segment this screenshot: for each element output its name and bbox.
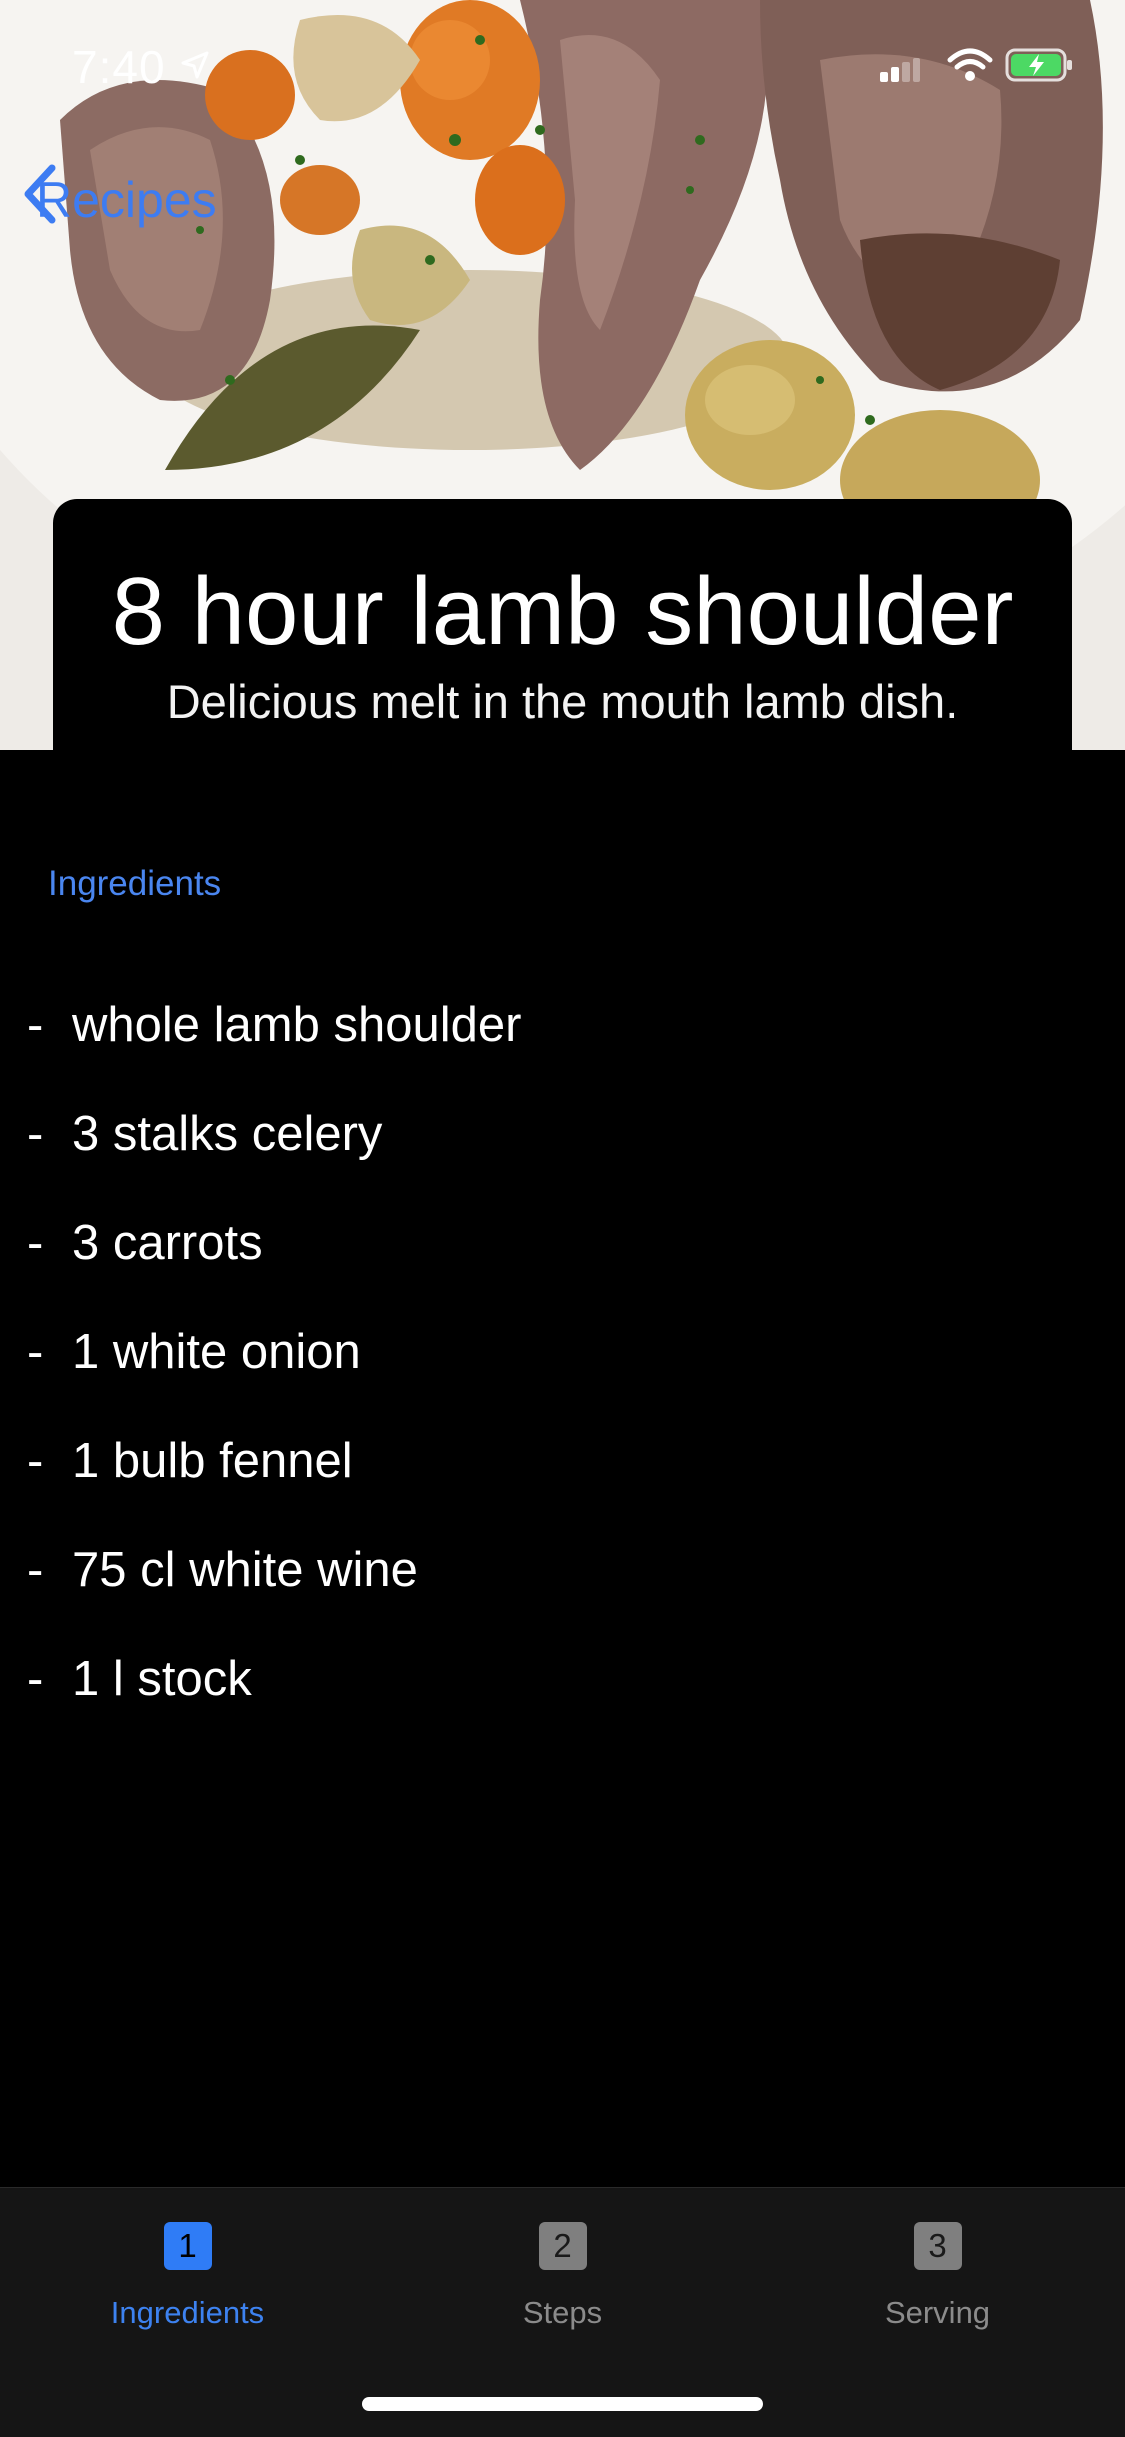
ingredient-text: 3 carrots	[72, 1215, 263, 1270]
tab-bar: 1 Ingredients 2 Steps 3 Serving	[0, 2187, 1125, 2437]
tab-number-badge: 3	[913, 2222, 962, 2270]
tab-number-badge: 1	[163, 2222, 212, 2270]
list-dash: -	[27, 1651, 44, 1706]
recipe-title-card: 8 hour lamb shoulder Delicious melt in t…	[53, 499, 1072, 750]
list-item: -3 stalks celery	[0, 1079, 1125, 1188]
list-dash: -	[27, 1542, 44, 1597]
ingredient-text: 1 bulb fennel	[72, 1433, 353, 1488]
list-item: -75 cl white wine	[0, 1515, 1125, 1624]
list-item: -3 carrots	[0, 1188, 1125, 1297]
ingredient-text: 1 white onion	[72, 1324, 361, 1379]
list-item: - whole lamb shoulder	[0, 970, 1125, 1079]
list-dash: -	[27, 997, 44, 1052]
status-bar: 7:40	[0, 0, 1125, 132]
tab-steps[interactable]: 2 Steps	[375, 2188, 750, 2348]
ingredient-text: 3 stalks celery	[72, 1106, 383, 1161]
ingredient-text: whole lamb shoulder	[72, 997, 522, 1052]
back-button[interactable]: Recipes	[22, 164, 217, 236]
list-dash: -	[27, 1324, 44, 1379]
tab-label: Steps	[522, 2295, 603, 2330]
list-dash: -	[27, 1433, 44, 1488]
ingredients-list: - whole lamb shoulder -3 stalks celery -3…	[0, 970, 1125, 1733]
ingredient-text: 75 cl white wine	[72, 1542, 418, 1597]
list-dash: -	[27, 1106, 44, 1161]
recipe-subtitle: Delicious melt in the mouth lamb dish.	[166, 675, 959, 728]
list-dash: -	[27, 1215, 44, 1270]
list-item: -1 white onion	[0, 1297, 1125, 1406]
tab-label: Serving	[884, 2295, 991, 2330]
tab-serving[interactable]: 3 Serving	[750, 2188, 1125, 2348]
tab-label: Ingredients	[110, 2295, 265, 2330]
section-label: Ingredients	[48, 864, 222, 903]
tab-ingredients[interactable]: 1 Ingredients	[0, 2188, 375, 2348]
list-item: -1 bulb fennel	[0, 1406, 1125, 1515]
home-indicator[interactable]	[362, 2397, 763, 2411]
list-item: -1 l stock	[0, 1624, 1125, 1733]
recipe-title: 8 hour lamb shoulder	[111, 558, 1014, 665]
back-button-label: Recipes	[36, 172, 217, 228]
ingredient-text: 1 l stock	[72, 1651, 252, 1706]
status-time: 7:40	[72, 41, 166, 93]
tab-number-badge: 2	[538, 2222, 587, 2270]
